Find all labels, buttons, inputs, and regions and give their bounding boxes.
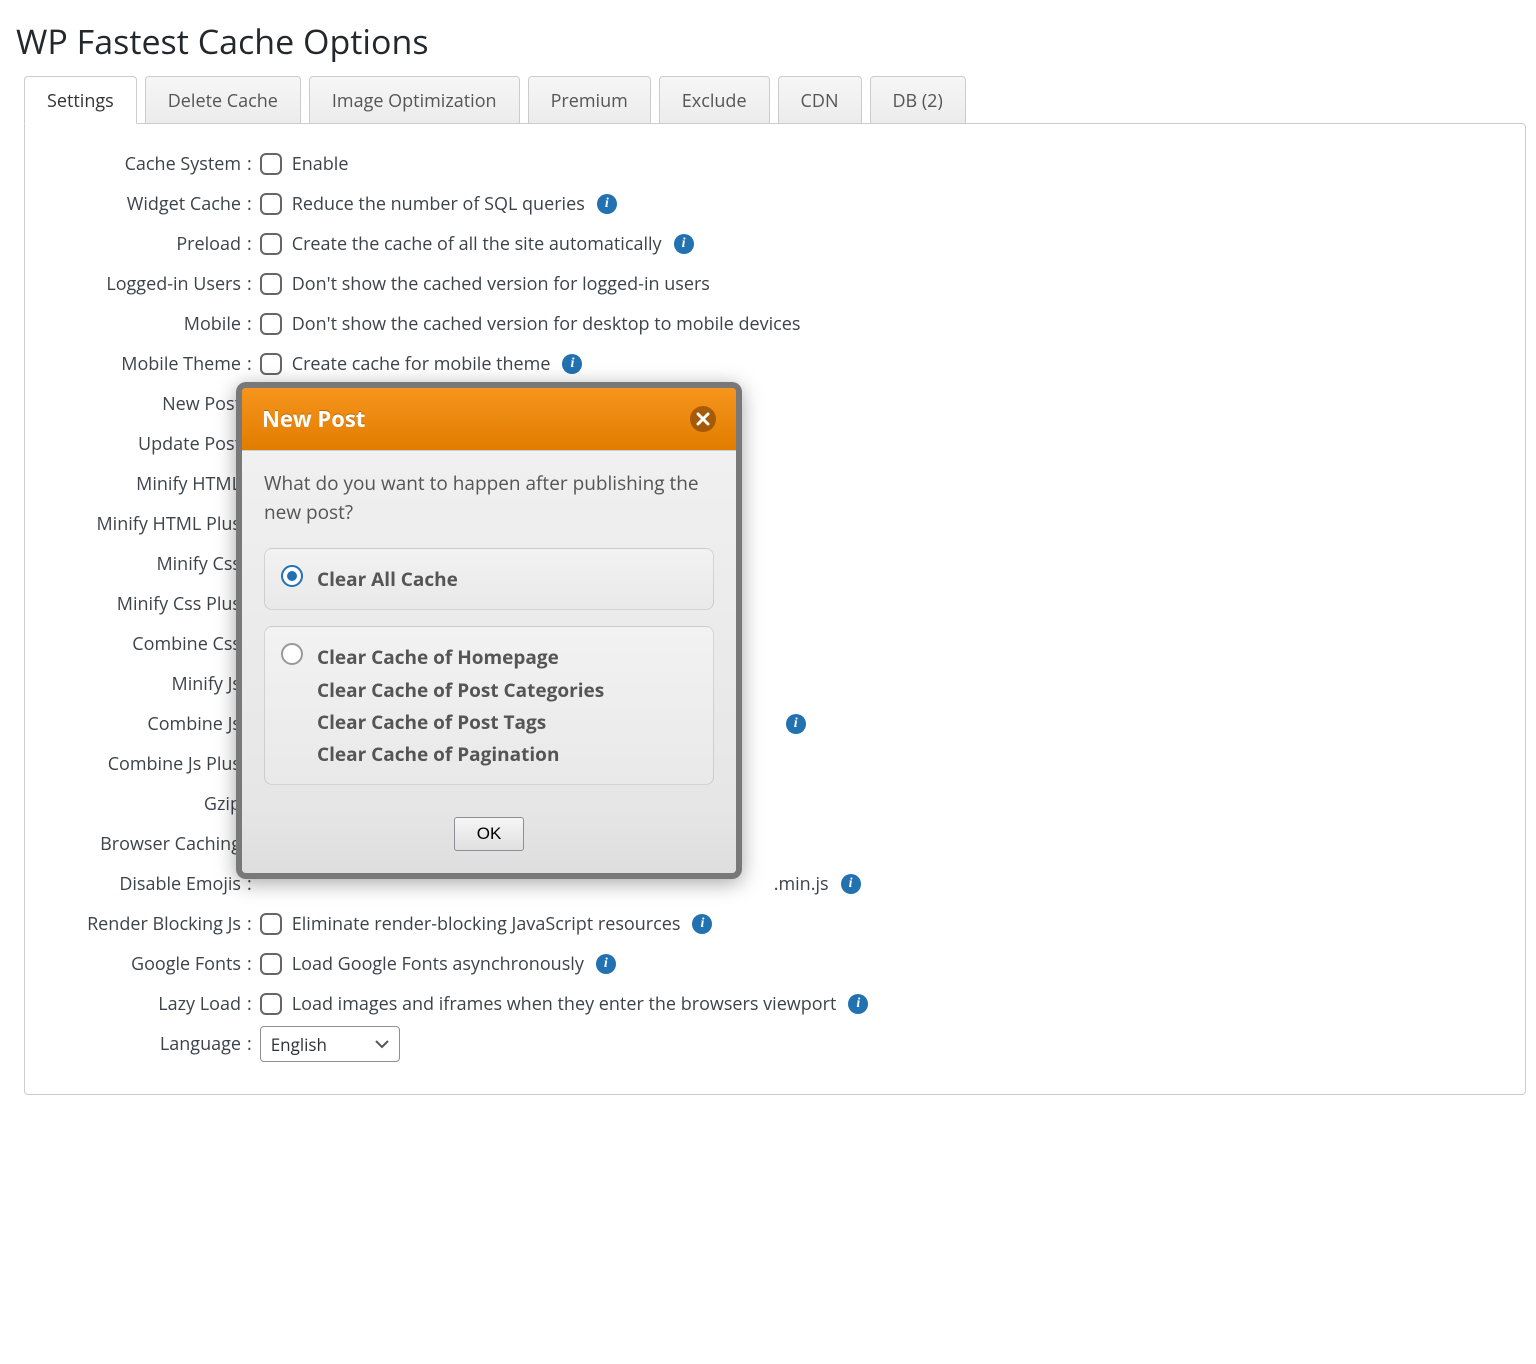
info-icon[interactable]: i	[786, 714, 806, 734]
field-label: Render Blocking Js	[45, 912, 247, 936]
modal-header: New Post	[242, 388, 736, 450]
field-label: Minify HTML Plus	[45, 512, 247, 536]
tab-cdn[interactable]: CDN	[778, 76, 862, 124]
field-label: Combine Js	[45, 712, 247, 736]
field-label: Mobile	[45, 312, 247, 336]
language-select[interactable]: English	[260, 1026, 400, 1062]
new-post-modal: New Post What do you want to happen afte…	[236, 382, 742, 879]
field-label: Lazy Load	[45, 992, 247, 1016]
field-desc: Load Google Fonts asynchronously	[292, 952, 584, 976]
field-label: Browser Caching	[45, 832, 247, 856]
tab-db-2-[interactable]: DB (2)	[870, 76, 966, 124]
field-desc: Enable	[292, 152, 349, 176]
field-label: Cache System	[45, 152, 247, 176]
field-desc: Load images and iframes when they enter …	[292, 992, 837, 1016]
info-icon[interactable]: i	[692, 914, 712, 934]
close-icon[interactable]	[690, 406, 716, 432]
field-label: Minify Css	[45, 552, 247, 576]
field-label: New Post	[45, 392, 247, 416]
field-label: Combine Js Plus	[45, 752, 247, 776]
field-label: Preload	[45, 232, 247, 256]
info-icon[interactable]: i	[597, 194, 617, 214]
modal-option[interactable]: Clear Cache of HomepageClear Cache of Po…	[264, 626, 714, 785]
option-line: Clear Cache of Post Categories	[317, 674, 604, 706]
checkbox[interactable]	[260, 953, 282, 975]
checkbox[interactable]	[260, 353, 282, 375]
field-label: Google Fonts	[45, 952, 247, 976]
modal-title: New Post	[262, 404, 365, 434]
modal-question: What do you want to happen after publish…	[264, 469, 714, 526]
option-line: Clear All Cache	[317, 563, 458, 595]
tab-exclude[interactable]: Exclude	[659, 76, 770, 124]
radio[interactable]	[281, 643, 303, 665]
info-icon[interactable]: i	[848, 994, 868, 1014]
field-label: Widget Cache	[45, 192, 247, 216]
checkbox[interactable]	[260, 153, 282, 175]
info-icon[interactable]: i	[841, 874, 861, 894]
checkbox[interactable]	[260, 273, 282, 295]
field-suffix: .min.js	[774, 872, 829, 896]
field-label: Minify HTML	[45, 472, 247, 496]
field-desc: Eliminate render-blocking JavaScript res…	[292, 912, 681, 936]
field-desc: Don't show the cached version for logged…	[292, 272, 710, 296]
field-label: Combine Css	[45, 632, 247, 656]
option-line: Clear Cache of Pagination	[317, 738, 604, 770]
language-value: English	[271, 1033, 327, 1056]
field-label: Gzip	[45, 792, 247, 816]
field-label: Disable Emojis	[45, 872, 247, 896]
checkbox[interactable]	[260, 313, 282, 335]
field-desc: Reduce the number of SQL queries	[292, 192, 585, 216]
tab-settings[interactable]: Settings	[24, 76, 137, 124]
tab-image-optimization[interactable]: Image Optimization	[309, 76, 520, 124]
field-label: Mobile Theme	[45, 352, 247, 376]
ok-button[interactable]: OK	[454, 817, 525, 851]
field-desc: Create the cache of all the site automat…	[292, 232, 662, 256]
tab-delete-cache[interactable]: Delete Cache	[145, 76, 301, 124]
info-icon[interactable]: i	[674, 234, 694, 254]
tab-premium[interactable]: Premium	[528, 76, 651, 124]
modal-option[interactable]: Clear All Cache	[264, 548, 714, 610]
option-line: Clear Cache of Post Tags	[317, 706, 604, 738]
info-icon[interactable]: i	[596, 954, 616, 974]
field-label: Minify Js	[45, 672, 247, 696]
field-label: Update Post	[45, 432, 247, 456]
tab-bar: SettingsDelete CacheImage OptimizationPr…	[24, 76, 1526, 124]
checkbox[interactable]	[260, 233, 282, 255]
language-label: Language	[45, 1032, 247, 1056]
checkbox[interactable]	[260, 993, 282, 1015]
field-label: Minify Css Plus	[45, 592, 247, 616]
radio[interactable]	[281, 565, 303, 587]
field-desc: Don't show the cached version for deskto…	[292, 312, 801, 336]
checkbox[interactable]	[260, 913, 282, 935]
option-line: Clear Cache of Homepage	[317, 641, 604, 673]
info-icon[interactable]: i	[562, 354, 582, 374]
field-desc: Create cache for mobile theme	[292, 352, 551, 376]
checkbox[interactable]	[260, 193, 282, 215]
chevron-down-icon	[375, 1039, 389, 1049]
page-title: WP Fastest Cache Options	[16, 18, 1526, 64]
field-label: Logged-in Users	[45, 272, 247, 296]
